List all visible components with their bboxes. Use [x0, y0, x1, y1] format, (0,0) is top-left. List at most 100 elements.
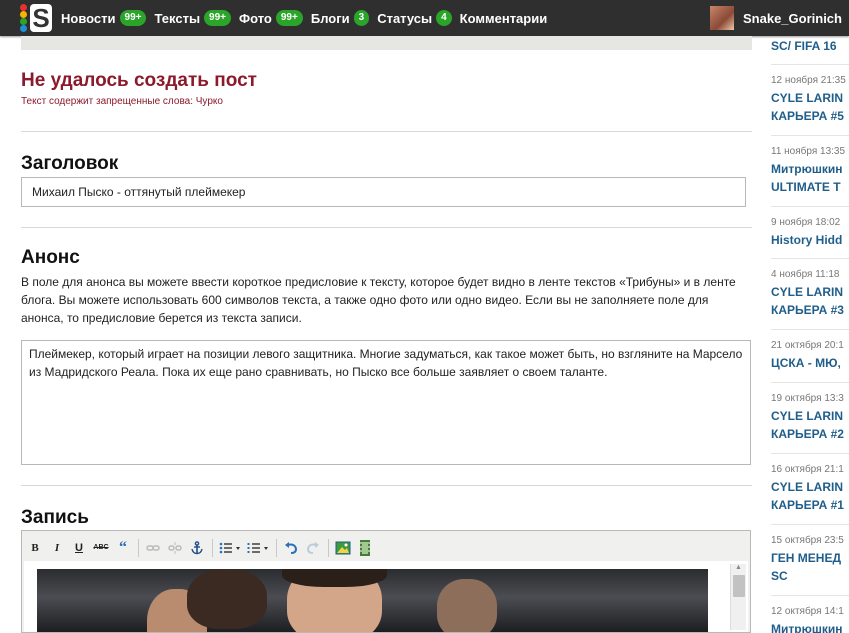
nav-comments[interactable]: Комментарии: [460, 11, 548, 26]
site-logo[interactable]: S: [20, 3, 52, 33]
editor-content-area[interactable]: ▲: [24, 561, 748, 632]
toolbar-separator: [138, 538, 139, 557]
post-link-line: ULTIMATE T: [771, 180, 841, 194]
numbered-list-icon[interactable]: [246, 539, 270, 557]
post-link[interactable]: CYLE LARIN КАРЬЕРА #3: [771, 283, 849, 319]
post-link-line: CYLE LARIN: [771, 480, 843, 494]
divider: [21, 227, 752, 228]
nav-statuses[interactable]: Статусы 4: [377, 10, 452, 26]
bold-button[interactable]: B: [26, 539, 44, 557]
post-link[interactable]: CYLE LARIN КАРЬЕРА #2: [771, 407, 849, 443]
avatar[interactable]: [710, 6, 734, 30]
nav-photo-label: Фото: [239, 10, 272, 26]
post-link-line: КАРЬЕРА #2: [771, 427, 844, 441]
logo-letter: S: [30, 4, 52, 32]
post-link[interactable]: CYLE LARIN КАРЬЕРА #1: [771, 478, 849, 514]
list-item: 4 ноября 11:18 CYLE LARIN КАРЬЕРА #3: [771, 269, 849, 319]
logo-dot-red: [20, 4, 27, 11]
undo-icon[interactable]: [282, 539, 300, 557]
post-link-line: Митрюшкин: [771, 162, 843, 176]
post-link-line: CYLE LARIN: [771, 409, 843, 423]
photo-figure: [282, 569, 387, 587]
anons-heading: Анонс: [21, 247, 80, 268]
nav-blogs[interactable]: Блоги 3: [310, 10, 370, 26]
list-item: 11 ноября 13:35 Митрюшкин ULTIMATE T: [771, 146, 849, 196]
post-date: 16 октября 21:1: [771, 464, 844, 475]
post-link[interactable]: ГЕН МЕНЕД SC: [771, 549, 849, 585]
post-date: 12 ноября 21:35: [771, 75, 846, 86]
list-item: 15 октября 23:5 ГЕН МЕНЕД SC: [771, 535, 849, 585]
divider: [771, 329, 849, 330]
scroll-up-arrow-icon[interactable]: ▲: [731, 564, 746, 574]
main-nav: Новости 99+ Тексты 99+ Фото 99+ Блоги 3 Стат…: [61, 0, 555, 36]
divider: [771, 453, 849, 454]
nav-statuses-badge: 4: [436, 10, 452, 26]
post-date: 11 ноября 13:35: [771, 146, 846, 157]
insert-video-icon[interactable]: [356, 539, 374, 557]
nav-photo[interactable]: Фото 99+: [239, 10, 303, 26]
post-link[interactable]: CYLE LARIN КАРЬЕРА #5: [771, 89, 849, 125]
list-item: SC/ FIFA 16: [771, 37, 849, 55]
anons-textarea[interactable]: Плеймекер, который играет на позиции лев…: [21, 340, 751, 465]
post-link[interactable]: Митрюшкин ULTIMATE T: [771, 160, 849, 196]
anchor-icon[interactable]: [188, 539, 206, 557]
post-link-line: CYLE LARIN: [771, 91, 843, 105]
post-link-line: ГЕН МЕНЕД: [771, 551, 842, 565]
divider: [771, 206, 849, 207]
post-link-line: КАРЬЕРА #5: [771, 109, 844, 123]
underline-button[interactable]: U: [70, 539, 88, 557]
post-link[interactable]: Митрюшкин: [771, 620, 849, 633]
nav-texts-label: Тексты: [154, 10, 201, 26]
post-link-line: CYLE LARIN: [771, 285, 843, 299]
user-menu[interactable]: Snake_Gorinich: [710, 6, 842, 30]
username: Snake_Gorinich: [743, 10, 842, 26]
nav-photo-badge: 99+: [275, 10, 303, 26]
scrollbar-thumb[interactable]: [732, 575, 745, 597]
top-navigation-bar: S Новости 99+ Тексты 99+ Фото 99+ Блоги 3 Ст…: [0, 0, 849, 36]
nav-statuses-label: Статусы: [377, 10, 433, 26]
logo-dot-yellow: [20, 11, 27, 18]
link-icon[interactable]: [144, 539, 162, 557]
post-link[interactable]: History Hidd: [771, 231, 849, 249]
list-item: 9 ноября 18:02 History Hidd: [771, 217, 849, 249]
rich-text-editor: B I U ABC “ ▲: [21, 530, 751, 633]
photo-figure: [187, 569, 267, 629]
blockquote-button[interactable]: “: [114, 539, 132, 557]
editor-scrollbar[interactable]: ▲: [730, 564, 746, 630]
post-date: 19 октября 13:3: [771, 393, 844, 404]
divider: [771, 64, 849, 65]
list-item: 21 октября 20:1 ЦСКА - МЮ,: [771, 340, 849, 372]
post-link[interactable]: SC/ FIFA 16: [771, 37, 849, 55]
nav-blogs-badge: 3: [353, 10, 370, 26]
toolbar-separator: [276, 538, 277, 557]
post-date: 4 ноября 11:18: [771, 269, 840, 280]
italic-button[interactable]: I: [48, 539, 66, 557]
bullet-list-icon[interactable]: [218, 539, 242, 557]
divider: [771, 382, 849, 383]
nav-texts[interactable]: Тексты 99+: [154, 10, 232, 26]
anons-help-text: В поле для анонса вы можете ввести корот…: [21, 275, 736, 325]
title-input[interactable]: Михаил Пыско - оттянутый плеймекер: [21, 177, 746, 207]
editor-toolbar: B I U ABC “: [26, 535, 378, 560]
divider: [21, 131, 752, 132]
redo-icon[interactable]: [304, 539, 322, 557]
unlink-icon[interactable]: [166, 539, 184, 557]
post-date: 12 октября 14:1: [771, 606, 844, 617]
post-date: 21 октября 20:1: [771, 340, 844, 351]
nav-comments-label: Комментарии: [459, 10, 548, 26]
nav-texts-badge: 99+: [204, 10, 232, 26]
list-item: 16 октября 21:1 CYLE LARIN КАРЬЕРА #1: [771, 464, 849, 514]
logo-dot-green: [20, 18, 27, 25]
embedded-photo: [37, 569, 708, 632]
nav-blogs-label: Блоги: [310, 10, 350, 26]
main-content: Не удалось создать пост Текст содержит з…: [0, 36, 752, 633]
strikethrough-button[interactable]: ABC: [92, 539, 110, 557]
post-date: 9 ноября 18:02: [771, 217, 841, 228]
sidebar-blog-list: SC/ FIFA 16 12 ноября 21:35 CYLE LARIN КА…: [771, 36, 849, 633]
toolbar-separator: [212, 538, 213, 557]
post-date: 15 октября 23:5: [771, 535, 844, 546]
insert-image-icon[interactable]: [334, 539, 352, 557]
nav-news[interactable]: Новости 99+: [61, 10, 147, 26]
post-link-line: SC: [771, 569, 788, 583]
post-link[interactable]: ЦСКА - МЮ,: [771, 354, 849, 372]
